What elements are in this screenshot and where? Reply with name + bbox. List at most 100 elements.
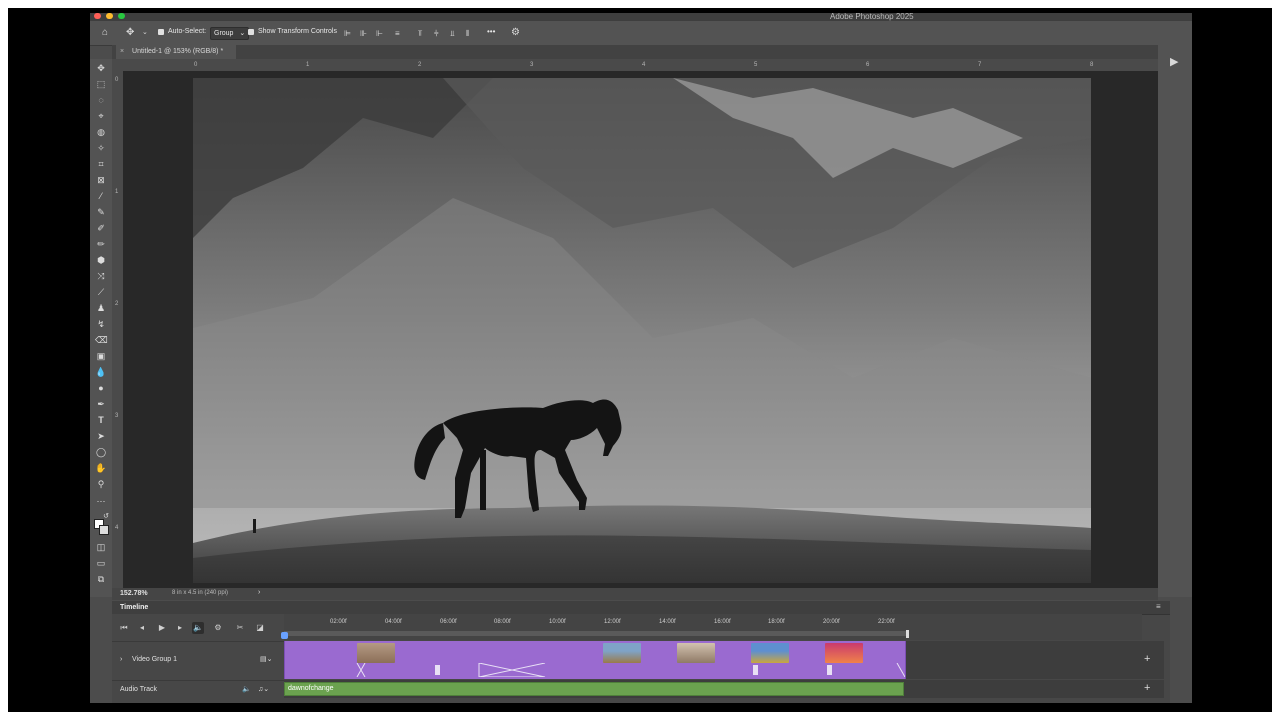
align-middle-icon[interactable]: ⫩	[434, 29, 439, 39]
magic-wand-icon[interactable]: ✧	[95, 142, 107, 154]
timeline-tick: 16:00f	[714, 619, 731, 625]
chevron-down-icon: ⌄	[239, 30, 246, 37]
work-area-end-marker[interactable]	[906, 630, 909, 638]
tools-panel: ✥ ⬚ ◌ ⌖ ◍ ✧ ⌗ ⊠ ⁄ ✎ ✐ ✏ ⬢ ⤨ ⟋ ♟ ↯ ⌫ ▣ 💧 …	[90, 59, 113, 597]
expand-track-icon[interactable]: ›	[120, 656, 122, 663]
ellipse-tool-icon[interactable]: ◯	[95, 446, 107, 458]
gradient-tool-icon[interactable]: ▣	[95, 350, 107, 362]
v-ruler-label: 4	[115, 525, 119, 531]
film-options-icon[interactable]: ▤⌄	[260, 655, 272, 663]
eyedropper-icon[interactable]: ⁄	[95, 190, 107, 202]
gear-icon[interactable]: ⚙	[511, 28, 520, 38]
move-tool-icon[interactable]: ✥	[95, 62, 107, 74]
add-media-icon[interactable]: +	[1144, 653, 1150, 665]
align-top-icon[interactable]: ⫪	[418, 29, 423, 39]
home-icon[interactable]: ⌂	[102, 28, 108, 38]
history-brush-icon[interactable]: ⤨	[95, 270, 107, 282]
distribute-icon[interactable]: ≡	[395, 29, 400, 39]
align-right-icon[interactable]: ⊩	[376, 29, 383, 39]
marquee-tool-icon[interactable]: ⬚	[95, 78, 107, 90]
path-selection-icon[interactable]: ➤	[95, 430, 107, 442]
zoom-tool-icon[interactable]: ⚲	[95, 478, 107, 490]
auto-select-checkbox[interactable]	[158, 29, 164, 35]
video-clip[interactable]	[284, 641, 906, 679]
next-frame-icon[interactable]: ▸	[174, 622, 186, 634]
play-panel-icon[interactable]: ▶	[1170, 57, 1178, 68]
close-window-button[interactable]	[94, 13, 101, 19]
h-ruler-label: 6	[866, 62, 870, 68]
healing-brush-icon[interactable]: ✎	[95, 206, 107, 218]
timeline-tick: 04:00f	[385, 619, 402, 625]
play-icon[interactable]: ▶	[156, 622, 168, 634]
add-audio-icon[interactable]: +	[1144, 682, 1150, 694]
auto-select-dropdown[interactable]: Group ⌄	[210, 27, 250, 40]
quick-mask-icon[interactable]: ◫	[95, 541, 107, 553]
zoom-level[interactable]: 152.78%	[120, 590, 148, 597]
timeline-tick: 12:00f	[604, 619, 621, 625]
previous-frame-icon[interactable]: ◂	[136, 622, 148, 634]
more-options-icon[interactable]: •••	[487, 27, 495, 36]
share-icon[interactable]: ⧉	[95, 573, 107, 585]
audio-clip[interactable]: dawnofchange	[284, 682, 904, 696]
pencil-tool-icon[interactable]: ✏	[95, 238, 107, 250]
panel-menu-icon[interactable]: ≡	[1156, 602, 1161, 611]
blur-tool-icon[interactable]: 💧	[95, 366, 107, 378]
work-area-bar[interactable]	[284, 631, 908, 636]
screen-mode-icon[interactable]: ▭	[95, 557, 107, 569]
zoom-window-button[interactable]	[118, 13, 125, 19]
go-to-first-frame-icon[interactable]: ⏮	[118, 622, 130, 634]
timeline-tick: 10:00f	[549, 619, 566, 625]
more-tools-icon[interactable]: ⋯	[95, 495, 107, 507]
art-brush-icon[interactable]: ⟋	[95, 286, 107, 298]
clip-thumbnail	[603, 643, 641, 663]
hand-tool-icon[interactable]: ✋	[95, 462, 107, 474]
right-panel-dock: ▶	[1158, 45, 1192, 597]
music-note-icon[interactable]: ♫⌄	[258, 685, 269, 693]
move-tool-icon[interactable]: ✥	[126, 28, 134, 38]
chevron-down-icon[interactable]: ⌄	[142, 28, 148, 38]
mute-audio-icon[interactable]: 🔈	[192, 622, 204, 634]
speaker-icon[interactable]: 🔈	[242, 685, 251, 693]
timeline-tick: 14:00f	[659, 619, 676, 625]
quick-selection-icon[interactable]: ◍	[95, 126, 107, 138]
lasso-tool-icon[interactable]: ◌	[95, 94, 107, 106]
eraser-tool-icon[interactable]: ⌫	[95, 334, 108, 346]
playhead-icon[interactable]	[281, 632, 288, 639]
dodge-tool-icon[interactable]: ●	[95, 382, 107, 394]
split-scissors-icon[interactable]: ✂	[234, 622, 246, 634]
history-tool-icon[interactable]: ↯	[95, 318, 107, 330]
document-info: 8 in x 4.5 in (240 ppi)	[172, 590, 229, 596]
brush-tool-icon[interactable]: ✐	[95, 222, 107, 234]
document-tab[interactable]: × Untitled-1 @ 153% (RGB/8) *	[116, 45, 236, 59]
stamp-tool-icon[interactable]: ⬢	[95, 254, 107, 266]
photoshop-window: Adobe Photoshop 2025 ⌂ ✥ ⌄ Auto-Select: …	[90, 13, 1192, 703]
align-bottom-icon[interactable]: ⫫	[450, 29, 455, 39]
transition-markers	[356, 663, 905, 677]
document-canvas[interactable]	[193, 78, 1091, 583]
h-ruler-label: 7	[978, 62, 982, 68]
type-tool-icon[interactable]: T	[95, 414, 107, 426]
v-ruler-label: 0	[115, 77, 119, 83]
timeline-panel: Timeline ≡ ⏮ ◂ ▶ ▸ 🔈 ⚙ ✂ ◪ 02:00f 04:00f…	[112, 601, 1170, 703]
clone-stamp-icon[interactable]: ♟	[95, 302, 107, 314]
settings-gear-icon[interactable]: ⚙	[212, 622, 224, 634]
timeline-tick: 22:00f	[878, 619, 895, 625]
transition-icon[interactable]: ◪	[254, 622, 266, 634]
minimize-window-button[interactable]	[106, 13, 113, 19]
crop-tool-icon[interactable]: ⌗	[95, 158, 107, 170]
distribute-vertical-icon[interactable]: ⦀	[466, 29, 470, 39]
close-tab-icon[interactable]: ×	[120, 48, 124, 55]
h-ruler-label: 0	[194, 62, 198, 68]
clip-thumbnail	[825, 643, 863, 663]
h-ruler-label: 3	[530, 62, 534, 68]
align-center-icon[interactable]: ⊪	[360, 29, 367, 39]
status-menu-arrow[interactable]: ›	[258, 589, 260, 596]
auto-select-value: Group	[214, 30, 234, 37]
show-transform-checkbox[interactable]	[248, 29, 254, 35]
object-selection-icon[interactable]: ⌖	[95, 110, 107, 122]
audio-track-header: Audio Track 🔈 ♫⌄	[112, 680, 284, 699]
background-color-swatch[interactable]	[99, 525, 109, 535]
frame-tool-icon[interactable]: ⊠	[95, 174, 107, 186]
align-left-icon[interactable]: ⊫	[344, 29, 351, 39]
pen-tool-icon[interactable]: ✒	[95, 398, 107, 410]
